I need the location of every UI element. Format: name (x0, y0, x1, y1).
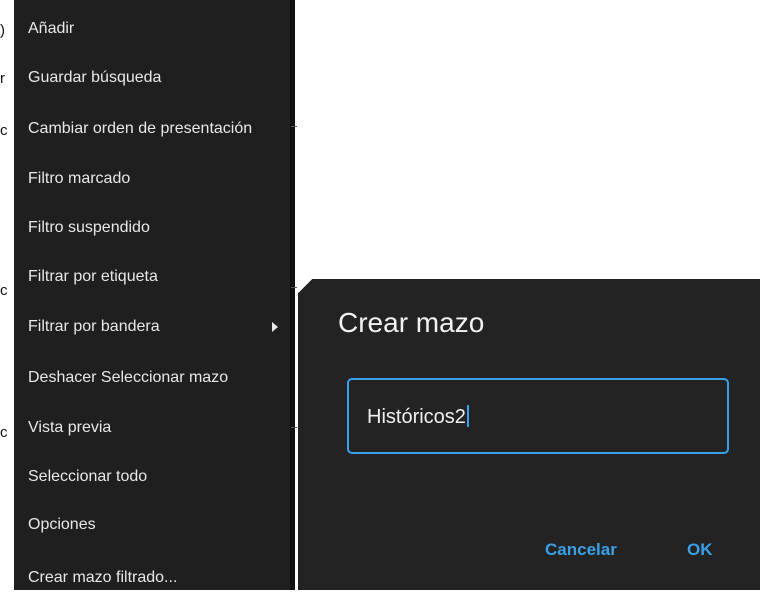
cancel-button[interactable]: Cancelar (545, 540, 617, 560)
menu-item[interactable]: Seleccionar todo (28, 457, 290, 497)
menu-item-label: Deshacer Seleccionar mazo (28, 369, 229, 386)
deck-name-input[interactable]: Históricos2 (347, 378, 729, 454)
menu-item[interactable]: Deshacer Seleccionar mazo (28, 358, 290, 398)
menu-item-label: Cambiar orden de presentación (28, 120, 253, 137)
menu-item-label: Crear mazo filtrado... (28, 569, 178, 586)
background-fragment: c (0, 122, 8, 139)
submenu-arrow-icon (272, 322, 278, 332)
text-caret (466, 405, 469, 427)
menu-item[interactable]: Cambiar orden de presentación (28, 109, 290, 149)
background-fragment: r (0, 70, 5, 87)
menu-item-label: Filtrar por bandera (28, 318, 160, 335)
menu-item[interactable]: Opciones (28, 505, 290, 545)
menu-item[interactable]: Filtrar por etiqueta (28, 257, 290, 297)
menu-item-label: Guardar búsqueda (28, 69, 162, 86)
divider (291, 287, 297, 288)
menu-item[interactable]: Filtro marcado (28, 159, 290, 199)
menu-item[interactable]: Filtrar por bandera (28, 307, 290, 347)
divider (291, 427, 297, 428)
divider (291, 126, 297, 127)
background-fragment: ) (0, 22, 5, 39)
menu-item-label: Vista previa (28, 419, 112, 436)
background-fragment: c (0, 424, 8, 441)
menu-item[interactable]: Añadir (28, 9, 290, 49)
dialog-title: Crear mazo (338, 307, 485, 338)
context-menu: Añadir Guardar búsqueda Cambiar orden de p… (14, 0, 290, 590)
dialog-corner (298, 279, 312, 293)
menu-item-label: Filtro suspendido (28, 219, 150, 236)
menu-item-label: Añadir (28, 20, 75, 37)
background-fragment: c (0, 282, 8, 299)
menu-item-label: Filtro marcado (28, 170, 131, 187)
create-deck-dialog: Crear mazo Históricos2 Cancelar OK (298, 279, 760, 590)
menu-item[interactable]: Vista previa (28, 408, 290, 448)
menu-item-label: Filtrar por etiqueta (28, 268, 158, 285)
menu-item-label: Seleccionar todo (28, 468, 148, 485)
menu-item[interactable]: Guardar búsqueda (28, 58, 290, 98)
menu-edge (290, 0, 295, 590)
deck-name-value: Históricos2 (367, 405, 469, 429)
ok-button[interactable]: OK (687, 540, 713, 560)
menu-item-label: Opciones (28, 516, 96, 533)
menu-item[interactable]: Crear mazo filtrado... (28, 558, 290, 598)
menu-item[interactable]: Filtro suspendido (28, 208, 290, 248)
